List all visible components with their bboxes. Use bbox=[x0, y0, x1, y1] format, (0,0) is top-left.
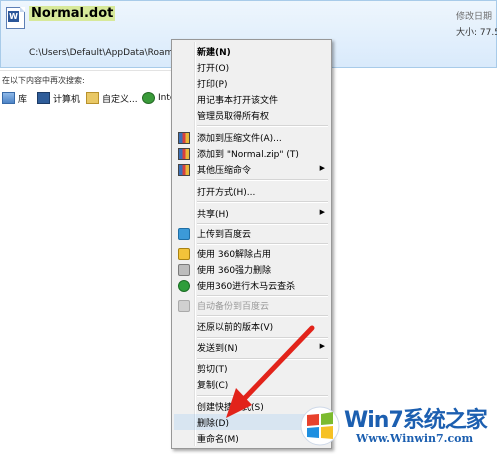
divider bbox=[0, 70, 180, 71]
size-label: 大小: bbox=[456, 28, 478, 38]
computer-icon bbox=[37, 92, 50, 104]
location-library[interactable]: 库 bbox=[2, 91, 27, 105]
folder-icon bbox=[86, 92, 99, 104]
winrar-icon bbox=[178, 148, 190, 160]
menu-item-add-to-zip[interactable]: 添加到 "Normal.zip" (T) bbox=[174, 145, 329, 161]
menu-separator bbox=[197, 395, 328, 397]
submenu-arrow-icon: ▶ bbox=[319, 208, 325, 216]
winrar-icon bbox=[178, 164, 190, 176]
menu-item-print[interactable]: 打印(P) bbox=[174, 75, 329, 91]
menu-separator bbox=[197, 179, 328, 181]
word-document-icon: W bbox=[6, 7, 25, 29]
menu-item-360-shred[interactable]: 使用 360强力删除 bbox=[174, 261, 329, 277]
menu-item-open-with-notepad[interactable]: 用记事本打开该文件 bbox=[174, 91, 329, 107]
menu-separator bbox=[197, 125, 328, 127]
location-custom[interactable]: 自定义... bbox=[86, 91, 138, 105]
360-scan-icon bbox=[178, 280, 190, 292]
menu-item-take-ownership[interactable]: 管理员取得所有权 bbox=[174, 107, 329, 123]
file-path: C:\Users\Default\AppData\Roamin bbox=[29, 48, 182, 58]
submenu-arrow-icon: ▶ bbox=[319, 164, 325, 172]
menu-item-new[interactable]: 新建(N) bbox=[174, 43, 329, 59]
menu-item-send-to[interactable]: 发送到(N) ▶ bbox=[174, 339, 329, 355]
file-size: 大小: 77.5 bbox=[456, 25, 497, 38]
file-name: Normal.dot bbox=[29, 6, 116, 21]
watermark-brand: Win7系统之家 bbox=[344, 408, 488, 433]
watermark: Win7系统之家 Www.Winwin7.com bbox=[298, 398, 494, 452]
menu-item-360-unlock[interactable]: 使用 360解除占用 bbox=[174, 245, 329, 261]
menu-item-open[interactable]: 打开(O) bbox=[174, 59, 329, 75]
modified-date-label: 修改日期 bbox=[456, 12, 493, 22]
menu-item-cut[interactable]: 剪切(T) bbox=[174, 360, 329, 376]
search-again-label: 在以下内容中再次搜索: bbox=[2, 76, 85, 85]
baidu-backup-icon bbox=[178, 300, 190, 312]
windows-logo-icon bbox=[300, 406, 340, 446]
internet-icon bbox=[142, 92, 155, 104]
winrar-icon bbox=[178, 132, 190, 144]
360-shred-icon bbox=[178, 264, 190, 276]
menu-item-add-to-archive[interactable]: 添加到压缩文件(A)... bbox=[174, 129, 329, 145]
context-menu: 新建(N) 打开(O) 打印(P) 用记事本打开该文件 管理员取得所有权 添加到… bbox=[171, 39, 332, 449]
menu-item-restore-versions[interactable]: 还原以前的版本(V) bbox=[174, 318, 329, 334]
submenu-arrow-icon: ▶ bbox=[319, 342, 325, 350]
watermark-url: Www.Winwin7.com bbox=[356, 432, 474, 445]
menu-separator bbox=[197, 201, 328, 203]
menu-item-upload-baidu[interactable]: 上传到百度云 bbox=[174, 225, 329, 241]
size-value: 77.5 bbox=[479, 28, 497, 38]
menu-item-open-with[interactable]: 打开方式(H)... bbox=[174, 183, 329, 199]
library-icon bbox=[2, 92, 15, 104]
menu-item-360-scan[interactable]: 使用360进行木马云查杀 bbox=[174, 277, 329, 293]
menu-item-share[interactable]: 共享(H) ▶ bbox=[174, 205, 329, 221]
baidu-cloud-icon bbox=[178, 228, 190, 240]
location-computer[interactable]: 计算机 bbox=[37, 91, 80, 105]
menu-separator bbox=[197, 315, 328, 317]
menu-item-other-compress[interactable]: 其他压缩命令 ▶ bbox=[174, 161, 329, 177]
menu-item-auto-backup-baidu: 自动备份到百度云 bbox=[174, 297, 329, 313]
menu-item-copy[interactable]: 复制(C) bbox=[174, 376, 329, 392]
360-unlock-icon bbox=[178, 248, 190, 260]
